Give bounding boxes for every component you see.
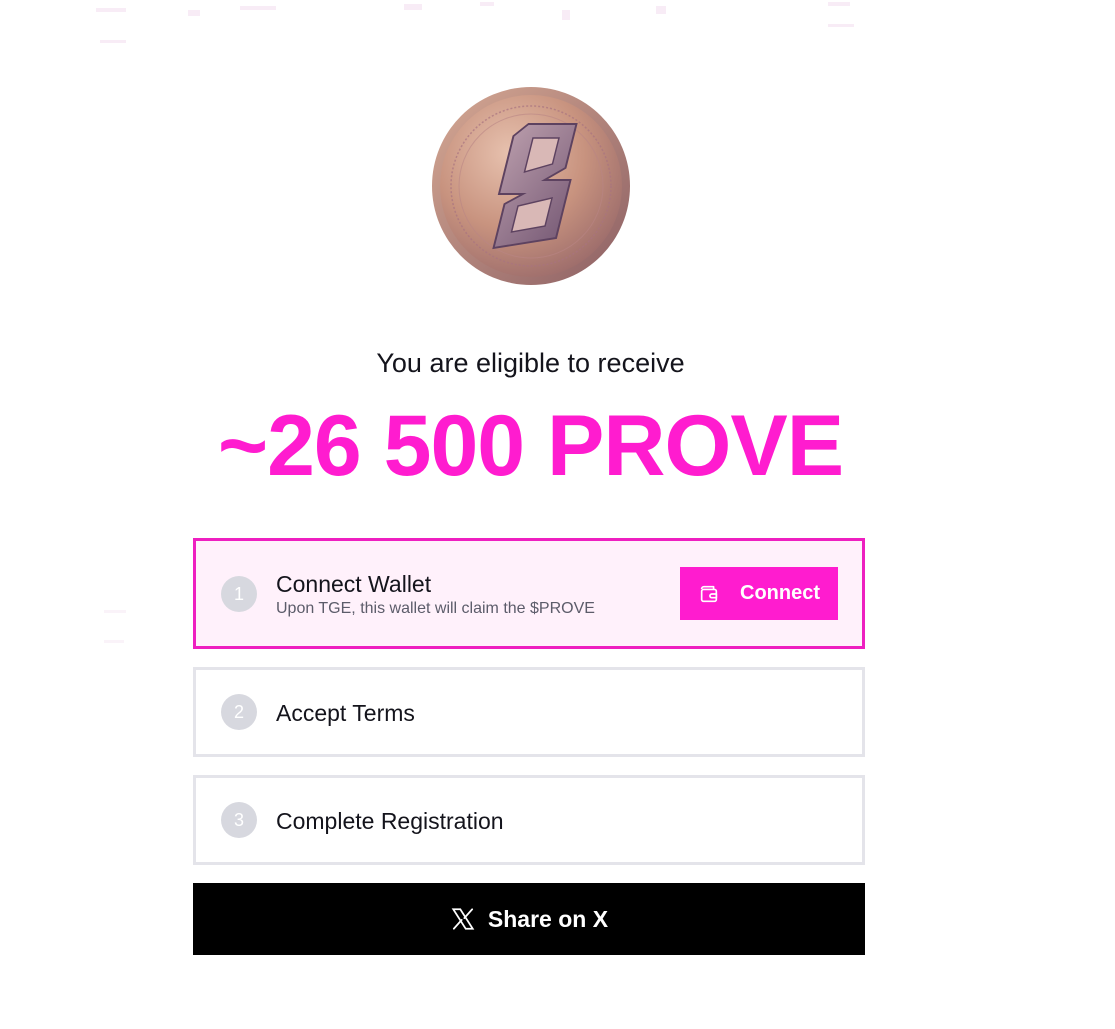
background-artifact xyxy=(96,8,126,12)
wallet-icon xyxy=(698,583,720,605)
step-accept-terms[interactable]: 2 Accept Terms xyxy=(193,667,865,757)
connect-label: Connect xyxy=(740,582,820,604)
step-title: Connect Wallet xyxy=(276,571,432,597)
step-number: 3 xyxy=(221,802,257,838)
background-artifact xyxy=(828,2,850,6)
step-title: Accept Terms xyxy=(276,700,415,726)
prove-coin-icon xyxy=(431,86,631,286)
background-artifact xyxy=(562,10,570,20)
step-title: Complete Registration xyxy=(276,808,504,834)
claim-page: You are eligible to receive ~26 500 PROV… xyxy=(0,0,1115,1029)
background-artifact xyxy=(404,4,422,10)
background-artifact xyxy=(104,640,124,643)
step-number: 2 xyxy=(221,694,257,730)
step-complete-registration[interactable]: 3 Complete Registration xyxy=(193,775,865,865)
x-logo-icon xyxy=(450,906,476,932)
background-artifact xyxy=(240,6,276,10)
background-artifact xyxy=(188,10,200,16)
background-artifact xyxy=(104,610,126,613)
step-subtitle: Upon TGE, this wallet will claim the $PR… xyxy=(276,600,595,617)
share-on-x-button[interactable]: Share on X xyxy=(193,883,865,955)
background-artifact xyxy=(656,6,666,14)
background-artifact xyxy=(100,40,126,43)
connect-wallet-button[interactable]: Connect xyxy=(680,567,838,620)
background-artifact xyxy=(828,24,854,27)
eligibility-text: You are eligible to receive xyxy=(376,348,685,378)
step-connect-wallet: 1 Connect Wallet Upon TGE, this wallet w… xyxy=(193,538,865,649)
step-number: 1 xyxy=(221,576,257,612)
background-artifact xyxy=(480,2,494,6)
share-label: Share on X xyxy=(487,905,609,932)
token-amount: ~26 500 PROVE xyxy=(217,398,844,494)
